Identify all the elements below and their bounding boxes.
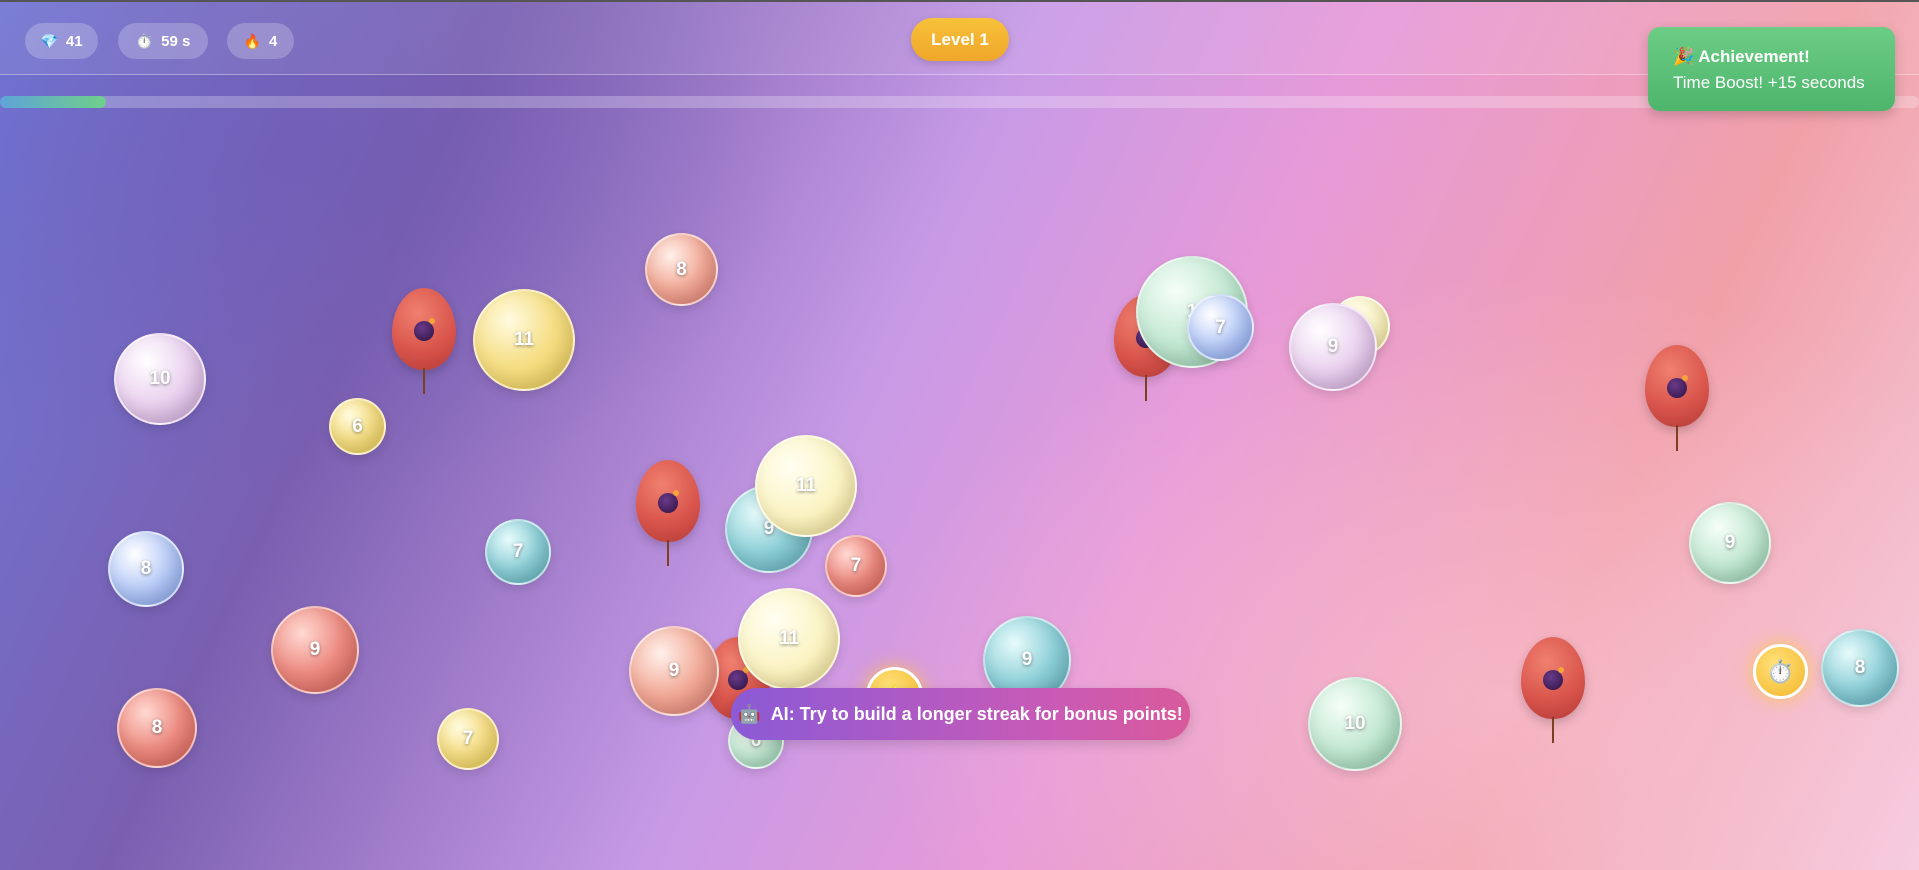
number-bubble[interactable]: 10 bbox=[1308, 677, 1402, 771]
number-bubble[interactable]: 7 bbox=[1187, 294, 1254, 361]
level-progress-bar bbox=[0, 96, 1919, 108]
number-bubble[interactable]: 7 bbox=[825, 535, 887, 597]
streak-counter: 🔥 4 bbox=[227, 23, 294, 59]
number-bubble[interactable]: 6 bbox=[329, 398, 386, 455]
ai-tip-banner: 🤖 AI: Try to build a longer streak for b… bbox=[731, 688, 1190, 740]
timer-value: 59 s bbox=[161, 32, 191, 50]
number-bubble[interactable]: 9 bbox=[271, 606, 359, 694]
timer-counter: ⏱️ 59 s bbox=[118, 23, 208, 59]
number-bubble[interactable]: 8 bbox=[645, 233, 718, 306]
gems-counter: 💎 41 bbox=[25, 23, 98, 59]
number-bubble[interactable]: 8 bbox=[108, 531, 184, 607]
fire-icon: 🔥 bbox=[243, 32, 262, 49]
stopwatch-powerup-icon[interactable]: ⏱️ bbox=[1753, 644, 1808, 699]
number-bubble[interactable]: 7 bbox=[437, 708, 499, 770]
gem-icon: 💎 bbox=[40, 32, 58, 49]
achievement-message: Time Boost! +15 seconds bbox=[1673, 73, 1865, 92]
number-bubble[interactable]: 11 bbox=[738, 588, 840, 690]
number-bubble[interactable]: 9 bbox=[629, 626, 719, 716]
number-bubble[interactable]: 8 bbox=[1821, 629, 1899, 707]
hud-bar: 💎 41 ⏱️ 59 s 🔥 4 Level 1 bbox=[0, 0, 1919, 75]
number-bubble[interactable]: 9 bbox=[1289, 303, 1377, 391]
stopwatch-icon: ⏱️ bbox=[135, 32, 154, 49]
achievement-toast: 🎉 Achievement! Time Boost! +15 seconds bbox=[1648, 27, 1895, 111]
level-progress-fill bbox=[0, 96, 106, 108]
number-bubble[interactable]: 11 bbox=[755, 435, 857, 537]
number-bubble[interactable]: 11 bbox=[473, 289, 575, 391]
number-bubble[interactable]: 10 bbox=[114, 333, 206, 425]
streak-value: 4 bbox=[269, 32, 278, 50]
achievement-title: 🎉 Achievement! bbox=[1673, 47, 1810, 66]
ai-tip-text: AI: Try to build a longer streak for bon… bbox=[770, 703, 1183, 724]
number-bubble[interactable]: 8 bbox=[117, 688, 197, 768]
level-badge: Level 1 bbox=[911, 18, 1009, 61]
number-bubble[interactable]: 7 bbox=[485, 519, 551, 585]
number-bubble[interactable]: 9 bbox=[1689, 502, 1771, 584]
gems-value: 41 bbox=[65, 32, 83, 50]
robot-icon: 🤖 bbox=[738, 703, 761, 724]
